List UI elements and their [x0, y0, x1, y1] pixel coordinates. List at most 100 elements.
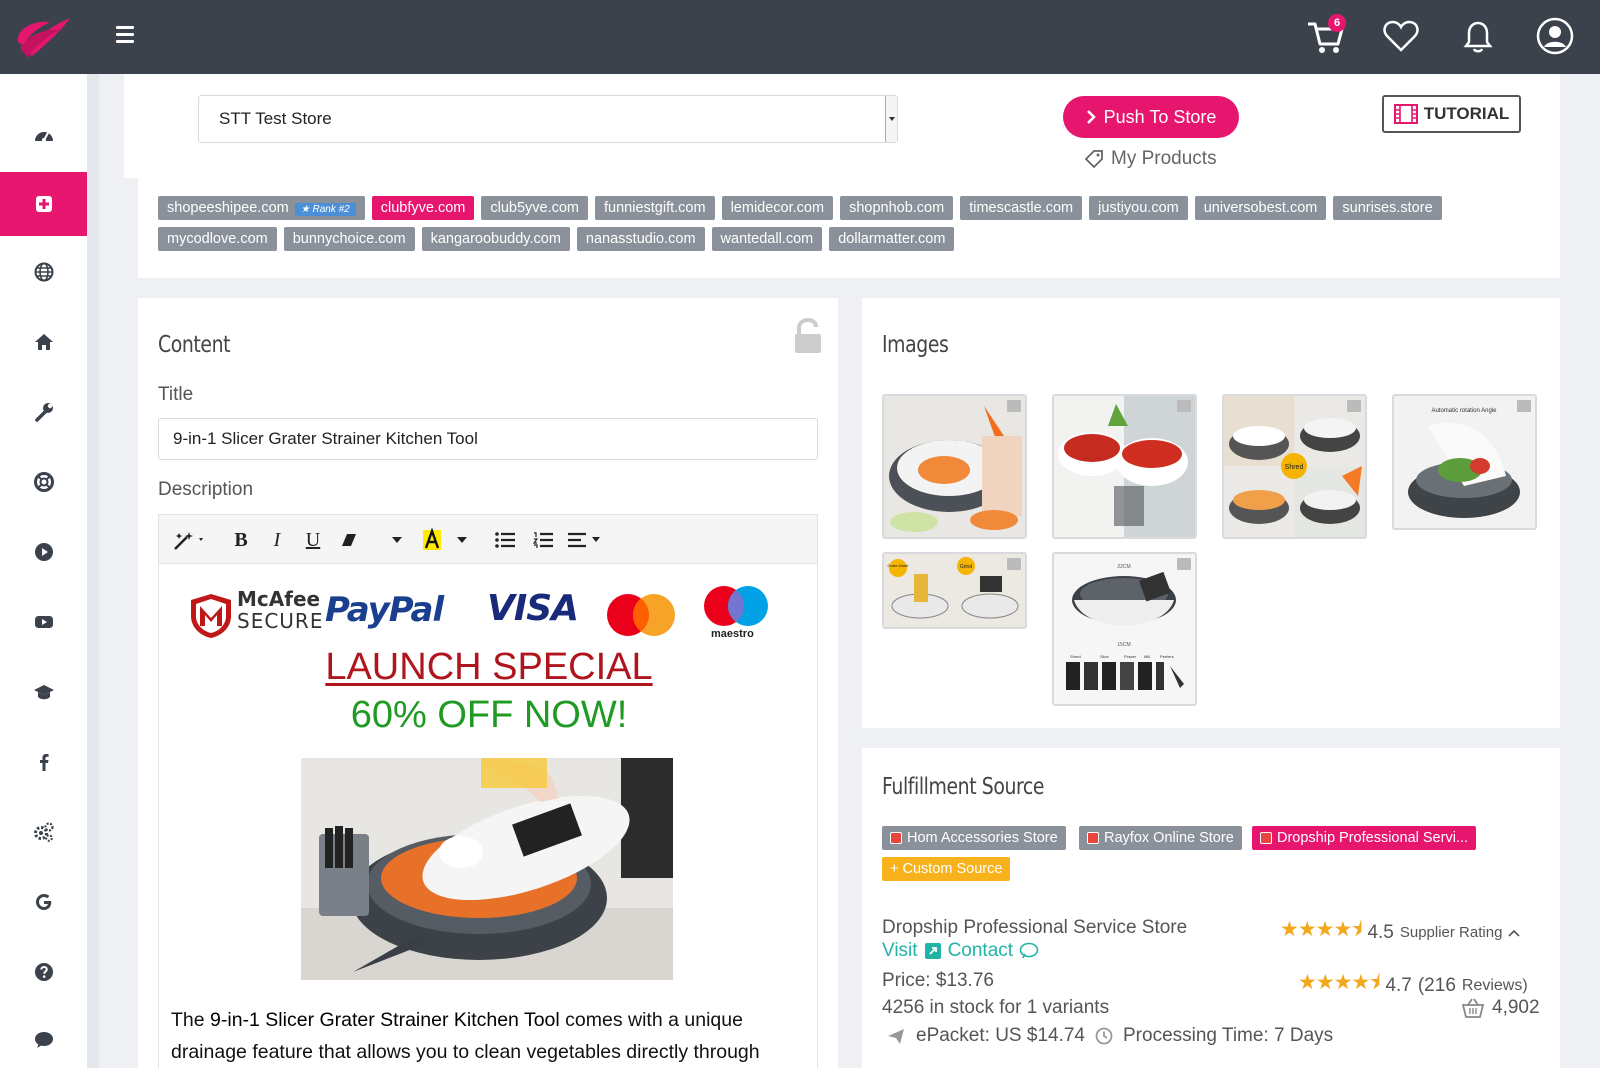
domain-tag[interactable]: club5yve.com [481, 196, 589, 220]
source-tag[interactable]: Hom Accessories Store [882, 826, 1066, 850]
settings-icon [33, 822, 54, 842]
product-thumbnail[interactable] [1052, 394, 1197, 539]
heart-icon[interactable] [1381, 16, 1421, 56]
graduation-cap-icon [33, 685, 54, 700]
source-tag-active[interactable]: Dropship Professional Servi... [1252, 826, 1476, 850]
sidebar-item-help[interactable] [0, 940, 87, 1004]
svg-text:Grind: Grind [960, 564, 972, 570]
sidebar-item-chat[interactable] [0, 1008, 87, 1068]
tutorial-button[interactable]: TUTORIAL [1382, 95, 1521, 133]
bold-button[interactable]: B [229, 527, 253, 553]
push-to-store-button[interactable]: Push To Store [1063, 96, 1239, 138]
sidebar-item-globe[interactable] [0, 240, 87, 304]
home-icon [34, 334, 53, 350]
globe-icon [34, 262, 53, 282]
chat-bubble-icon[interactable] [1019, 942, 1039, 960]
bullet-list-icon[interactable] [493, 527, 517, 553]
image-icon [1177, 558, 1191, 570]
eraser-icon[interactable] [337, 527, 361, 553]
visa-logo: VISA [487, 588, 579, 629]
domain-tag[interactable]: kangaroobuddy.com [421, 227, 570, 251]
supplier-rating: ★★★★⯨ 4.5 Supplier Rating [1280, 915, 1520, 950]
product-thumbnail[interactable]: Grate blade Grind [882, 552, 1027, 629]
cart-icon[interactable]: 6 [1306, 14, 1346, 56]
domain-tag[interactable]: shopeeshipee.com ★ Rank #2 [158, 196, 365, 220]
paypal-logo: PayPal [325, 590, 444, 630]
sidebar-item-home[interactable] [0, 310, 87, 374]
select-arrow-icon[interactable] [885, 96, 897, 142]
domain-tag[interactable]: justiyou.com [1089, 196, 1188, 220]
aliexpress-icon [1087, 832, 1099, 844]
play-icon [34, 543, 53, 561]
domain-tag[interactable]: bunnychoice.com [283, 227, 415, 251]
sidebar-item-dashboard[interactable] [0, 104, 87, 168]
domain-tag[interactable]: timescastle.com [960, 196, 1083, 220]
domain-tag[interactable]: universobest.com [1194, 196, 1327, 220]
align-icon[interactable] [567, 527, 603, 553]
sidebar-item-academy[interactable] [0, 660, 87, 724]
svg-text:Mill: Mill [1144, 654, 1150, 659]
orders-count: 4,902 [1462, 997, 1540, 1019]
product-thumbnail[interactable]: Shred [1222, 394, 1367, 539]
image-icon [1347, 400, 1361, 412]
push-to-store-label: Push To Store [1103, 106, 1217, 127]
sidebar-item-google[interactable] [0, 870, 87, 934]
domain-tag[interactable]: lemidecor.com [721, 196, 834, 220]
font-dropdown-icon[interactable] [387, 527, 407, 553]
title-label: Title [158, 384, 194, 405]
sidebar-item-youtube[interactable] [0, 590, 87, 654]
custom-source-button[interactable]: + Custom Source [882, 857, 1011, 881]
store-select-value: STT Test Store [219, 109, 332, 128]
external-link-icon[interactable] [924, 942, 942, 960]
italic-button[interactable]: I [265, 527, 289, 553]
menu-icon[interactable] [116, 26, 134, 44]
domain-tag[interactable]: funniestgift.com [595, 196, 715, 220]
sidebar-item-settings[interactable] [0, 800, 87, 864]
svg-text:Automatic rotation Angle: Automatic rotation Angle [1431, 408, 1497, 414]
source-tag[interactable]: Rayfox Online Store [1079, 826, 1242, 850]
description-editor[interactable]: McAfee SECURE PayPal VISA maestro LAUNCH… [158, 564, 818, 1068]
bell-icon[interactable] [1458, 16, 1498, 56]
my-products-link[interactable]: My Products [1083, 148, 1217, 170]
svg-text:Shred: Shred [1070, 654, 1081, 659]
title-input[interactable]: 9-in-1 Slicer Grater Strainer Kitchen To… [158, 418, 818, 460]
domain-tag-active[interactable]: clubfyve.com [371, 196, 475, 220]
domain-tag[interactable]: mycodlove.com [158, 227, 277, 251]
chevron-up-icon[interactable] [1508, 929, 1520, 937]
sidebar-item-tools[interactable] [0, 380, 87, 444]
domain-tag[interactable]: wantedall.com [711, 227, 823, 251]
price-text: Price: $13.76 [882, 970, 994, 991]
sidebar-item-support[interactable] [0, 450, 87, 514]
mcafee-shield-logo [191, 594, 231, 638]
unlock-icon[interactable] [794, 318, 822, 354]
sidebar-item-play[interactable] [0, 520, 87, 584]
text-color-icon[interactable] [423, 527, 467, 553]
help-icon [34, 963, 53, 981]
product-thumbnail[interactable]: 22CM 15CM Shred Slice Flower Mill Peeler… [1052, 552, 1197, 706]
contact-link[interactable]: Contact [948, 940, 1013, 962]
underline-button[interactable]: U [301, 527, 325, 553]
magic-wand-icon[interactable] [171, 527, 209, 553]
sidebar-item-import[interactable] [0, 172, 87, 236]
domain-tag[interactable]: shopnhob.com [840, 196, 954, 220]
discount-text: 60% OFF NOW! [350, 694, 628, 736]
numbered-list-icon[interactable] [531, 527, 555, 553]
description-text: The 9-in-1 Slicer Grater Strainer Kitche… [171, 1009, 760, 1063]
visit-link[interactable]: Visit [882, 940, 918, 962]
user-icon[interactable] [1535, 16, 1575, 56]
sidebar-item-facebook[interactable] [0, 730, 87, 794]
domain-tag[interactable]: sunrises.store [1333, 196, 1442, 220]
airplane-icon [888, 1029, 904, 1044]
domain-tags-row-2: mycodlove.com bunnychoice.com kangaroobu… [158, 227, 955, 251]
product-thumbnail[interactable] [882, 394, 1027, 539]
domain-tag[interactable]: dollarmatter.com [829, 227, 955, 251]
dashboard-icon [34, 132, 53, 142]
product-thumbnail[interactable]: Automatic rotation Angle [1392, 394, 1537, 530]
brand-logo[interactable] [12, 12, 74, 62]
shipping-info: ePacket: US $14.74 Processing Time: 7 Da… [886, 1025, 1333, 1047]
wrench-icon [34, 403, 53, 422]
domain-tag[interactable]: nanasstudio.com [576, 227, 705, 251]
mastercard-logo [607, 594, 675, 636]
sidebar-divider [87, 74, 99, 1068]
store-select[interactable]: STT Test Store [198, 95, 898, 143]
